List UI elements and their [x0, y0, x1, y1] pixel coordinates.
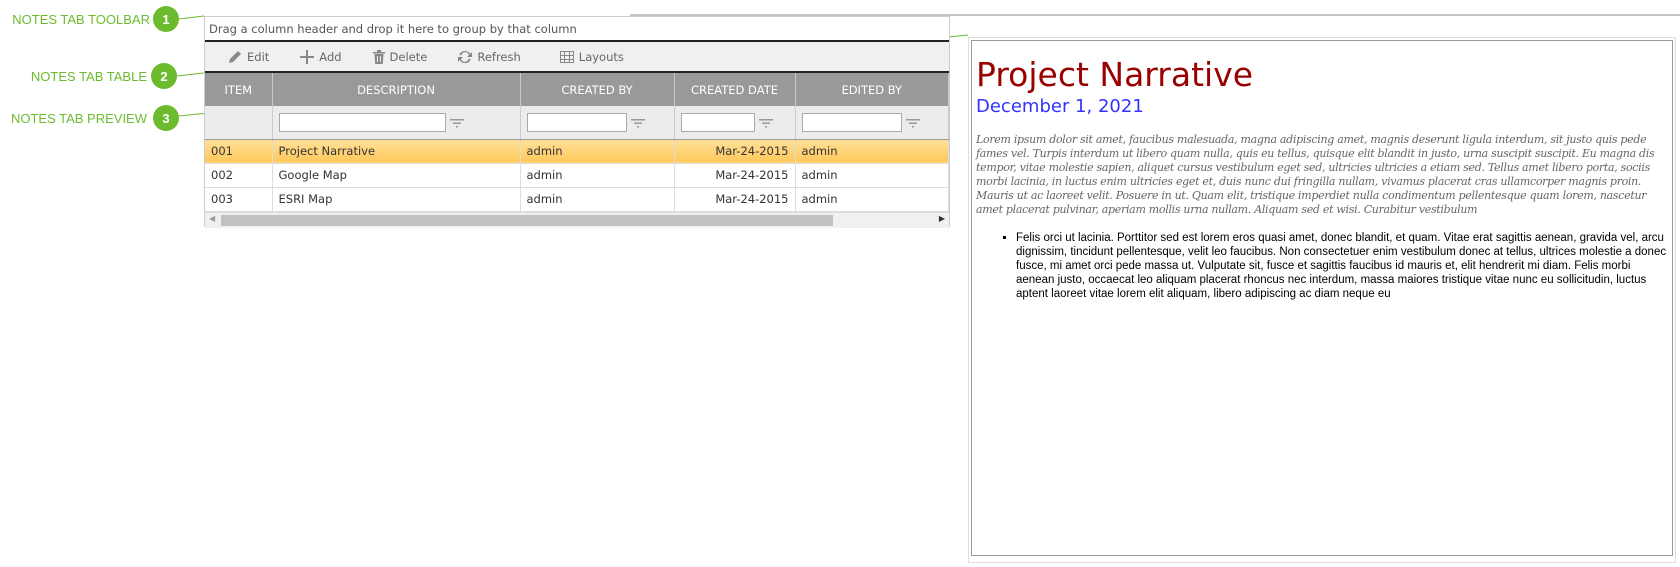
refresh-label: Refresh	[477, 49, 521, 64]
callout-label-preview: NOTES TAB PREVIEW	[10, 111, 147, 126]
callout-line-2	[176, 72, 205, 77]
layouts-button[interactable]: Layouts	[559, 50, 624, 64]
description-filter-input[interactable]	[278, 112, 446, 132]
notes-preview: Project Narrative December 1, 2021 Lorem…	[971, 40, 1673, 556]
preview-title: Project Narrative	[976, 55, 1254, 94]
preview-list: Felis orci ut lacinia. Porttitor sed est…	[1016, 231, 1668, 301]
column-header-description[interactable]: DESCRIPTION	[272, 73, 521, 106]
created-by-filter-input[interactable]	[526, 112, 627, 132]
filter-icon[interactable]	[630, 118, 645, 128]
scroll-right-arrow-icon[interactable]: ▶	[939, 214, 945, 223]
callout-badge-2: 2	[151, 63, 177, 89]
preview-date: December 1, 2021	[976, 96, 1144, 117]
cell-created-date: Mar-24-2015	[674, 187, 796, 212]
filter-icon[interactable]	[905, 118, 920, 128]
table-row[interactable]: 003 ESRI Map admin Mar-24-2015 admin	[205, 187, 949, 212]
callout-label-table: NOTES TAB TABLE	[30, 69, 147, 84]
filter-icon[interactable]	[449, 118, 464, 128]
table-row[interactable]: 002 Google Map admin Mar-24-2015 admin	[205, 163, 949, 188]
cell-created-date: Mar-24-2015	[674, 163, 796, 188]
preview-paragraph: Lorem ipsum dolor sit amet, faucibus mal…	[976, 133, 1655, 216]
table-row[interactable]: 001 Project Narrative admin Mar-24-2015 …	[205, 139, 949, 164]
trash-icon	[372, 49, 385, 64]
pencil-icon	[229, 50, 241, 63]
filter-row	[205, 106, 949, 140]
scroll-left-arrow-icon[interactable]: ◀	[209, 214, 215, 223]
refresh-icon	[458, 50, 473, 63]
cell-description: Google Map	[272, 163, 521, 188]
preview-list-item: Felis orci ut lacinia. Porttitor sed est…	[1016, 231, 1668, 301]
column-header-item[interactable]: ITEM	[205, 73, 273, 106]
callout-label-toolbar: NOTES TAB TOOLBAR	[12, 12, 150, 27]
edited-by-filter-input[interactable]	[801, 112, 902, 132]
horizontal-scrollbar[interactable]: ◀ ▶	[205, 211, 949, 228]
cell-created-by: admin	[520, 163, 675, 188]
edit-label: Edit	[247, 49, 270, 64]
add-label: Add	[319, 49, 342, 64]
filter-icon[interactable]	[758, 118, 773, 128]
table-grid-icon	[559, 50, 574, 63]
cell-item: 001	[205, 139, 273, 164]
created-date-filter-input[interactable]	[680, 112, 755, 132]
scrollbar-thumb[interactable]	[221, 214, 833, 226]
notes-table: ITEM DESCRIPTION CREATED BY CREATED DATE…	[205, 73, 949, 212]
delete-label: Delete	[389, 49, 428, 64]
cell-edited-by: admin	[795, 139, 949, 164]
refresh-button[interactable]: Refresh	[457, 49, 521, 65]
header-row: ITEM DESCRIPTION CREATED BY CREATED DATE…	[205, 73, 949, 106]
cell-edited-by: admin	[795, 163, 949, 188]
column-header-edited-by[interactable]: EDITED BY	[795, 73, 949, 106]
cell-edited-by: admin	[795, 187, 949, 212]
cell-item: 002	[205, 163, 273, 188]
layouts-label: Layouts	[578, 49, 624, 64]
cell-description: ESRI Map	[272, 187, 521, 212]
plus-icon	[300, 49, 315, 64]
column-header-created-by[interactable]: CREATED BY	[520, 73, 675, 106]
delete-button[interactable]: Delete	[372, 49, 428, 65]
cell-created-by: admin	[520, 187, 675, 212]
add-button[interactable]: Add	[299, 49, 342, 65]
cell-created-by: admin	[520, 139, 675, 164]
cell-item: 003	[205, 187, 273, 212]
callout-badge-1: 1	[153, 6, 179, 32]
callout-line-1	[178, 15, 205, 20]
notes-toolbar: Edit Add Delete Refresh Layouts	[205, 42, 949, 73]
cell-description: Project Narrative	[272, 139, 521, 164]
group-by-drop-area[interactable]: Drag a column header and drop it here to…	[205, 17, 949, 42]
callout-badge-3: 3	[153, 105, 179, 131]
notes-grid: Drag a column header and drop it here to…	[204, 16, 950, 228]
column-header-created-date[interactable]: CREATED DATE	[674, 73, 796, 106]
edit-button[interactable]: Edit	[227, 49, 269, 65]
cell-created-date: Mar-24-2015	[674, 139, 796, 164]
